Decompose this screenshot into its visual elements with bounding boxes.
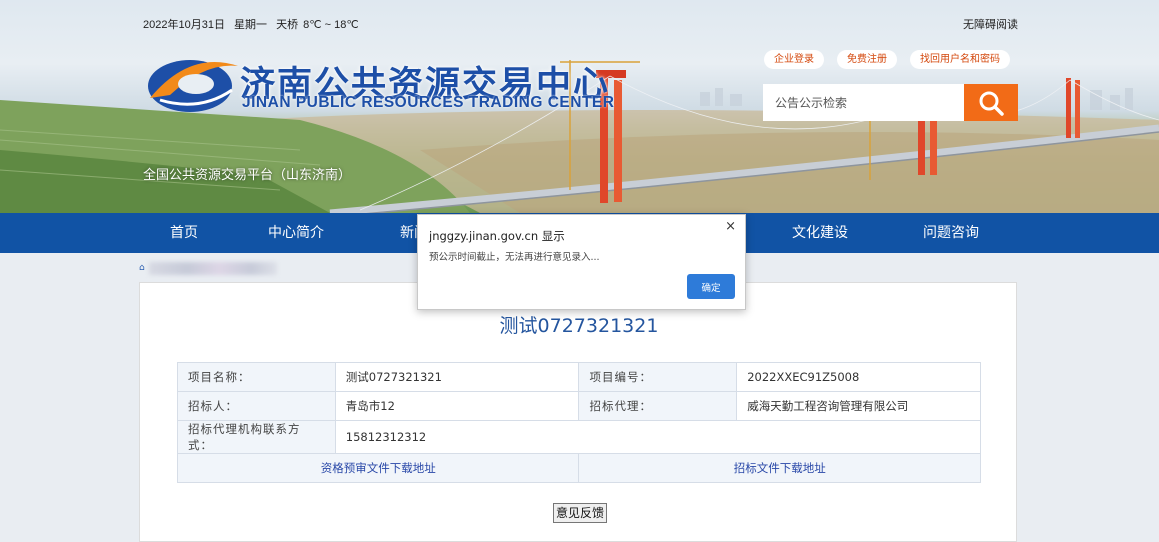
tenderer-value: 青岛市12 [334,391,580,421]
search-icon [979,91,1004,116]
project-title: 测试0727321321 [499,315,659,337]
ok-button[interactable]: 确定 [687,274,735,299]
project-code-label: 项目编号： [578,362,738,392]
project-card: 测试0727321321 项目名称： 测试0727321321 项目编号： 20… [139,282,1017,542]
nav-item-home[interactable]: 首页 [170,213,198,253]
enterprise-login-button[interactable]: 企业登录 [764,50,824,69]
project-name-value: 测试0727321321 [334,362,580,392]
free-register-button[interactable]: 免费注册 [837,50,897,69]
dialog-title: jnggzy.jinan.gov.cn 显示 [429,229,565,243]
table-row: 招标代理机构联系方式： 15812312312 [177,420,982,454]
project-name-label: 项目名称： [177,362,336,392]
table-row: 项目名称： 测试0727321321 项目编号： 2022XXEC91Z5008 [177,362,981,392]
logo-title-en: JINAN PUBLIC RESOURCES TRADING CENTER [242,94,615,111]
close-icon[interactable]: × [725,219,736,234]
weekday-text: 星期一 [234,19,268,31]
project-code-value: 2022XXEC91Z5008 [736,362,981,392]
accessibility-link[interactable]: 无障碍阅读 [963,16,1018,32]
contact-label: 招标代理机构联系方式： [177,420,336,454]
search-input[interactable] [763,84,964,121]
agent-value: 威海天勤工程咨询管理有限公司 [736,391,981,421]
table-row: 招标人： 青岛市12 招标代理： 威海天勤工程咨询管理有限公司 [177,391,981,421]
feedback-button[interactable]: 意见反馈 [553,503,608,523]
header-banner: 2022年10月31日 星期一 天桥 8℃ ~ 18℃ 无障碍阅读 济南公共资源… [0,0,1159,213]
alert-dialog: jnggzy.jinan.gov.cn 显示 × 预公示时间截止，无法再进行意见… [417,214,746,310]
bid-download-link[interactable]: 招标文件下载地址 [578,453,981,483]
tenderer-label: 招标人： [177,391,336,421]
date-weather: 2022年10月31日 星期一 天桥 8℃ ~ 18℃ [143,16,365,32]
prequal-download-link[interactable]: 资格预审文件下载地址 [176,453,580,483]
agent-label: 招标代理： [578,391,738,421]
home-icon[interactable]: ⌂ [139,263,145,273]
date-text: 2022年10月31日 [143,19,225,31]
table-row: 资格预审文件下载地址 招标文件下载地址 [176,453,981,483]
breadcrumb-blurred [148,261,277,275]
project-info-table: 项目名称： 测试0727321321 项目编号： 2022XXEC91Z5008… [176,362,982,483]
logo-emblem [148,60,238,112]
nav-item-consult[interactable]: 问题咨询 [923,213,979,253]
nav-item-culture[interactable]: 文化建设 [792,213,848,253]
platform-text: 全国公共资源交易平台（山东济南） [143,168,352,183]
temperature-text: 8℃ ~ 18℃ [303,19,359,31]
search-button[interactable] [964,84,1018,121]
breadcrumb: ⌂ [139,261,277,275]
recover-account-button[interactable]: 找回用户名和密码 [910,50,1010,69]
weather-city: 天桥 [276,19,299,31]
dialog-message: 预公示时间截止，无法再进行意见录入... [429,252,600,263]
nav-item-about[interactable]: 中心简介 [268,213,324,253]
contact-value: 15812312312 [334,420,982,454]
